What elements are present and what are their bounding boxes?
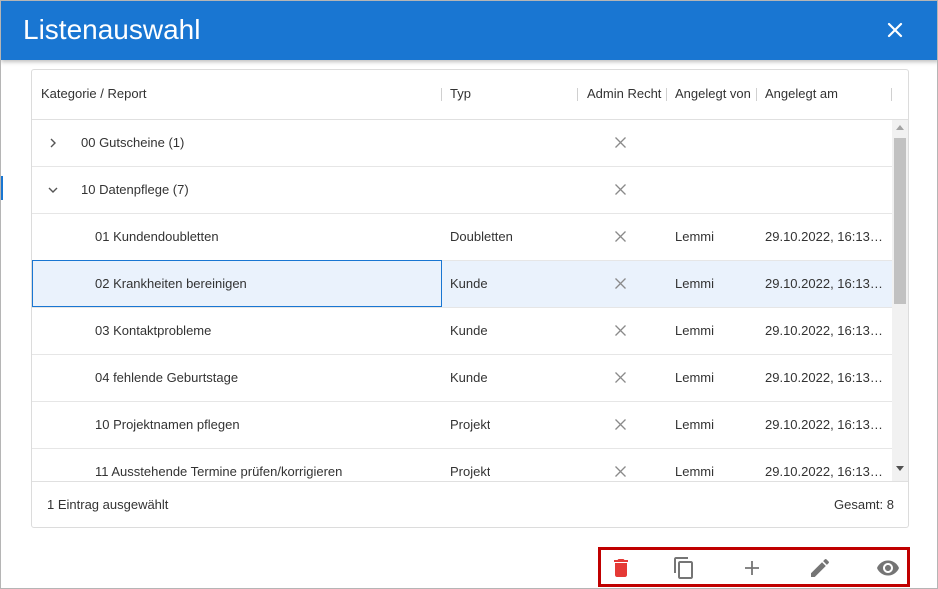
column-separator[interactable] [577, 88, 578, 101]
admin-right-x-icon [615, 278, 626, 289]
close-icon [887, 22, 903, 38]
pencil-icon [811, 558, 830, 577]
created-by: Lemmi [675, 323, 715, 338]
table-row[interactable]: 03 Kontaktprobleme Kunde Lemmi 29.10.202… [32, 308, 892, 355]
report-name: 04 fehlende Geburtstage [95, 370, 239, 385]
report-name: 10 Projektnamen pflegen [95, 417, 240, 432]
action-toolbar [598, 547, 910, 587]
total-count: Gesamt: 8 [834, 497, 894, 512]
created-by: Lemmi [675, 229, 715, 244]
column-header-angelegt-am[interactable]: Angelegt am [765, 70, 838, 120]
created-by: Lemmi [675, 417, 715, 432]
plus-icon [745, 561, 759, 575]
created-at: 29.10.2022, 16:13… [765, 370, 883, 385]
trash-icon [614, 559, 628, 577]
admin-right-x-icon [615, 325, 626, 336]
edit-button[interactable] [808, 556, 832, 580]
admin-right-x-icon [615, 231, 626, 242]
admin-right-x-icon [615, 466, 626, 477]
table-row[interactable]: 10 Projektnamen pflegen Projekt Lemmi 29… [32, 402, 892, 449]
group-label: 10 Datenpflege (7) [81, 182, 189, 197]
report-type: Kunde [450, 370, 488, 385]
dialog-title: Listenauswahl [23, 14, 201, 45]
report-name: 11 Ausstehende Termine prüfen/korrigiere… [95, 464, 343, 479]
close-button[interactable] [885, 20, 905, 40]
scroll-up-arrow-icon[interactable] [896, 125, 904, 130]
admin-right-x-icon [615, 137, 626, 148]
created-at: 29.10.2022, 16:13… [765, 417, 883, 432]
column-separator[interactable] [756, 88, 757, 101]
delete-button[interactable] [609, 556, 633, 580]
dialog-title-bar: Listenauswahl [1, 1, 937, 60]
grid-header: Kategorie / Report Typ Admin Recht Angel… [32, 70, 908, 120]
created-by: Lemmi [675, 464, 715, 479]
created-at: 29.10.2022, 16:13… [765, 229, 883, 244]
created-at: 29.10.2022, 16:13… [765, 464, 883, 479]
add-button[interactable] [740, 556, 764, 580]
report-type: Doubletten [450, 229, 513, 244]
view-button[interactable] [876, 556, 900, 580]
table-row[interactable]: 04 fehlende Geburtstage Kunde Lemmi 29.1… [32, 355, 892, 402]
grid-body: 00 Gutscheine (1) 10 Datenpflege (7) 01 … [32, 120, 908, 481]
report-type: Projekt [450, 417, 491, 432]
table-row-selected[interactable]: 02 Krankheiten bereinigen Kunde Lemmi 29… [32, 260, 892, 308]
column-separator[interactable] [891, 88, 892, 101]
table-row[interactable]: 11 Ausstehende Termine prüfen/korrigiere… [32, 449, 892, 481]
list-grid: Kategorie / Report Typ Admin Recht Angel… [31, 69, 909, 528]
report-type: Kunde [450, 276, 488, 291]
group-label: 00 Gutscheine (1) [81, 135, 185, 150]
scrollbar-thumb[interactable] [894, 138, 906, 304]
copy-icon [674, 557, 693, 579]
list-selection-dialog: Listenauswahl Kategorie / Report Typ Adm… [0, 0, 938, 589]
group-row[interactable]: 00 Gutscheine (1) [32, 120, 892, 167]
vertical-scrollbar[interactable] [892, 120, 908, 481]
report-type: Projekt [450, 464, 491, 479]
report-type: Kunde [450, 323, 488, 338]
column-header-kategorie[interactable]: Kategorie / Report [41, 70, 147, 120]
grid-footer: 1 Eintrag ausgewählt Gesamt: 8 [32, 481, 908, 527]
chevron-down-icon[interactable] [46, 183, 60, 197]
column-header-angelegt-von[interactable]: Angelegt von [675, 70, 751, 120]
column-separator[interactable] [441, 88, 442, 101]
column-separator[interactable] [666, 88, 667, 101]
report-name: 01 Kundendoubletten [95, 229, 219, 244]
copy-button[interactable] [672, 556, 696, 580]
report-name: 03 Kontaktprobleme [95, 323, 212, 338]
created-by: Lemmi [675, 370, 715, 385]
created-by: Lemmi [675, 276, 715, 291]
created-at: 29.10.2022, 16:13… [765, 276, 883, 291]
column-header-admin-recht[interactable]: Admin Recht [587, 70, 661, 120]
eye-icon [877, 560, 899, 576]
report-name: 02 Krankheiten bereinigen [95, 276, 247, 291]
created-at: 29.10.2022, 16:13… [765, 323, 883, 338]
admin-right-x-icon [615, 372, 626, 383]
admin-right-x-icon [615, 184, 626, 195]
selection-count: 1 Eintrag ausgewählt [47, 497, 169, 512]
column-header-typ[interactable]: Typ [450, 70, 471, 120]
focus-indicator [1, 176, 3, 200]
group-row[interactable]: 10 Datenpflege (7) [32, 167, 892, 214]
table-row[interactable]: 01 Kundendoubletten Doubletten Lemmi 29.… [32, 214, 892, 261]
admin-right-x-icon [615, 419, 626, 430]
scroll-down-arrow-icon[interactable] [896, 466, 904, 471]
chevron-right-icon[interactable] [46, 136, 60, 150]
